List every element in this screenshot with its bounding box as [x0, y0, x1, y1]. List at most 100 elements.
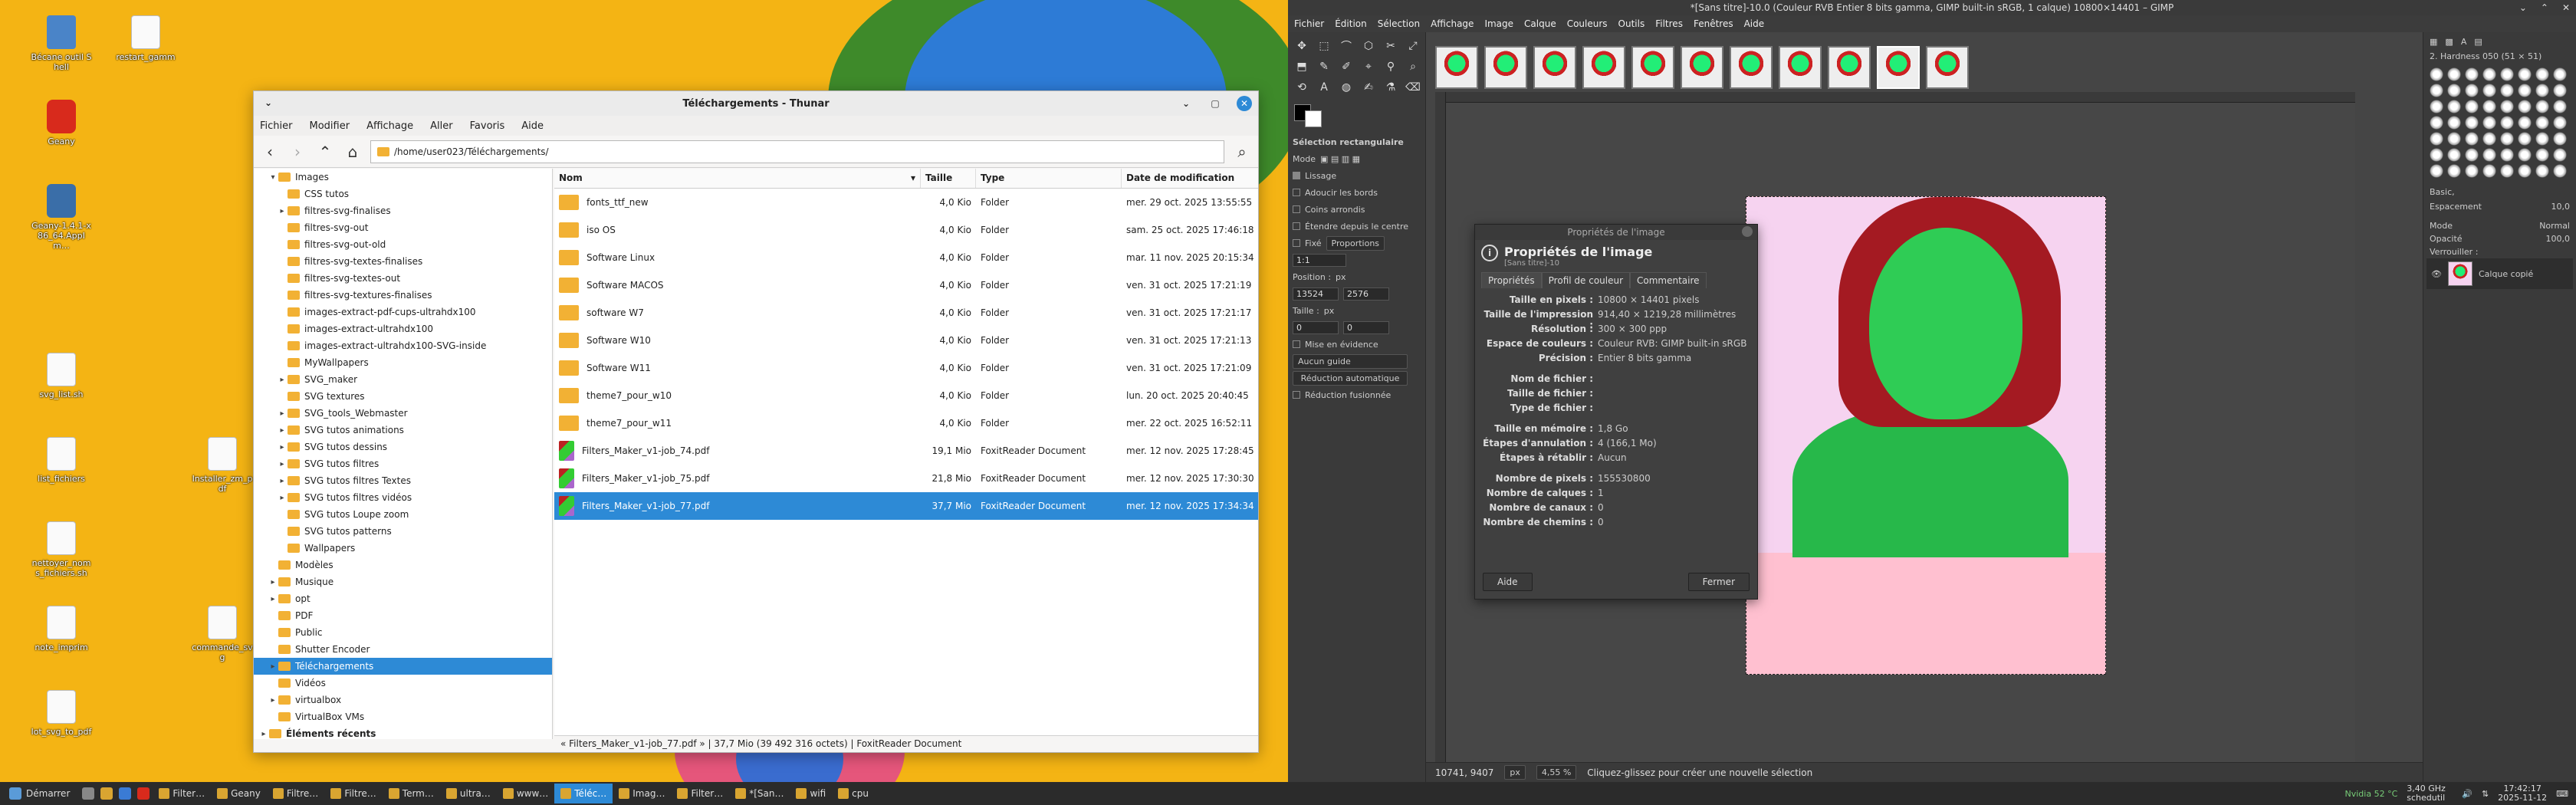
size-h-input[interactable]: 0: [1343, 320, 1389, 334]
tool-icon[interactable]: ⟲: [1293, 78, 1311, 97]
brush-swatch[interactable]: [2553, 132, 2567, 146]
image-tab[interactable]: [1484, 46, 1527, 89]
unit-select[interactable]: px: [1504, 765, 1526, 780]
minimize-icon[interactable]: ⌄: [1178, 96, 1194, 111]
brush-swatch[interactable]: [2482, 67, 2496, 81]
volume-icon[interactable]: 🔊: [2462, 789, 2472, 799]
desktop-icon[interactable]: note_imprim: [31, 606, 92, 652]
brush-swatch[interactable]: [2553, 164, 2567, 178]
pattern-tab-icon[interactable]: ▩: [2445, 37, 2453, 47]
column-name[interactable]: Nom ▾: [554, 169, 921, 188]
network-icon[interactable]: ⇅: [2482, 789, 2489, 799]
minimize-icon[interactable]: ⌄: [2519, 0, 2527, 15]
geany-launcher-icon[interactable]: [137, 787, 150, 800]
brush-swatch[interactable]: [2535, 67, 2549, 81]
brush-swatch[interactable]: [2500, 67, 2514, 81]
menu-item[interactable]: Affichage: [366, 120, 413, 132]
brush-swatch[interactable]: [2430, 148, 2443, 162]
brush-swatch[interactable]: [2535, 116, 2549, 130]
close-button[interactable]: Fermer: [1687, 573, 1750, 591]
taskbar-task[interactable]: Imag…: [613, 784, 671, 803]
taskbar-task[interactable]: wifi: [790, 784, 832, 803]
sidebar-item[interactable]: ▸ SVG_maker: [254, 371, 552, 388]
sidebar-item[interactable]: images-extract-ultrahdx100-SVG-inside: [254, 337, 552, 354]
brush-swatch[interactable]: [2430, 67, 2443, 81]
back-icon[interactable]: ‹: [260, 142, 280, 162]
sidebar-item[interactable]: SVG tutos patterns: [254, 523, 552, 540]
brush-swatch[interactable]: [2482, 116, 2496, 130]
doc-tab-icon[interactable]: ▤: [2474, 37, 2482, 47]
image-tab[interactable]: [1533, 46, 1576, 89]
brush-swatch[interactable]: [2518, 116, 2532, 130]
taskbar-task[interactable]: Filter…: [153, 784, 211, 803]
brush-swatch[interactable]: [2447, 84, 2461, 97]
position-unit[interactable]: px: [1336, 272, 1346, 282]
tool-icon[interactable]: ⌕: [1404, 58, 1422, 76]
brush-swatch[interactable]: [2553, 84, 2567, 97]
brush-swatch[interactable]: [2500, 84, 2514, 97]
sidebar-item[interactable]: ▸ SVG tutos filtres vidéos: [254, 489, 552, 506]
brush-swatch[interactable]: [2482, 148, 2496, 162]
expander-icon[interactable]: ▸: [268, 696, 278, 705]
brush-swatch[interactable]: [2465, 148, 2479, 162]
sidebar-item[interactable]: filtres-svg-textures-finalises: [254, 287, 552, 304]
expander-icon[interactable]: ▾: [268, 173, 278, 182]
file-row[interactable]: Software W11 4,0 Kio Folder ven. 31 oct. 20…: [554, 354, 1258, 382]
fixed-mode-select[interactable]: Proportions: [1326, 235, 1385, 251]
keyboard-icon[interactable]: ⌨: [2556, 789, 2568, 799]
dialog-tab[interactable]: Propriétés: [1481, 272, 1542, 288]
guide-select[interactable]: Aucun guide: [1293, 353, 1408, 369]
brush-swatch[interactable]: [2465, 100, 2479, 113]
window-titlebar[interactable]: ⌄ Téléchargements - Thunar ⌄ ▢ ✕: [254, 91, 1258, 116]
up-icon[interactable]: ⌃: [315, 142, 335, 162]
auto-shrink-button[interactable]: Réduction automatique: [1293, 370, 1408, 386]
layer-row[interactable]: 👁 Calque copié: [2426, 258, 2573, 289]
terminal-launcher-icon[interactable]: [82, 787, 95, 800]
expander-icon[interactable]: ▸: [277, 443, 288, 452]
home-icon[interactable]: ⌂: [343, 142, 363, 162]
brush-swatch[interactable]: [2465, 164, 2479, 178]
files-launcher-icon[interactable]: [100, 787, 113, 800]
desktop-icon[interactable]: Installer_zm_pdf: [192, 437, 253, 494]
brush-swatch[interactable]: [2465, 116, 2479, 130]
gimp-menu-item[interactable]: Calque: [1524, 18, 1556, 29]
brush-swatch[interactable]: [2430, 132, 2443, 146]
size-w-input[interactable]: 0: [1293, 320, 1339, 334]
desktop-icon[interactable]: lot_svg_to_pdf: [31, 690, 92, 737]
brush-swatch[interactable]: [2553, 148, 2567, 162]
gimp-menu-item[interactable]: Couleurs: [1567, 18, 1608, 29]
sidebar-item[interactable]: filtres-svg-textes-out: [254, 270, 552, 287]
close-icon[interactable]: ✕: [2562, 0, 2570, 15]
background-color[interactable]: [1305, 110, 1322, 127]
tool-icon[interactable]: A: [1315, 78, 1333, 97]
expander-icon[interactable]: ▸: [258, 730, 269, 738]
file-row[interactable]: theme7_pour_w11 4,0 Kio Folder mer. 22 oct.…: [554, 409, 1258, 437]
size-unit[interactable]: px: [1324, 306, 1335, 316]
gimp-menu-item[interactable]: Aide: [1744, 18, 1765, 29]
sidebar-item[interactable]: ▸ virtualbox: [254, 692, 552, 708]
dialog-tab[interactable]: Commentaire: [1630, 272, 1707, 288]
gimp-menu-item[interactable]: Affichage: [1431, 18, 1474, 29]
layer-mode-row[interactable]: Mode Normal: [2423, 213, 2576, 232]
file-row[interactable]: Software Linux 4,0 Kio Folder mar. 11 nov. …: [554, 244, 1258, 271]
window-menu-icon[interactable]: ⌄: [264, 97, 272, 108]
brush-swatch[interactable]: [2447, 67, 2461, 81]
brush-swatch[interactable]: [2553, 100, 2567, 113]
tool-icon[interactable]: ✥: [1293, 37, 1311, 55]
expander-icon[interactable]: ▸: [277, 207, 288, 215]
brush-preset[interactable]: Basic,: [2423, 184, 2576, 200]
sidebar-item[interactable]: filtres-svg-out: [254, 219, 552, 236]
desktop-icon[interactable]: list_fichiers: [31, 437, 92, 484]
brush-swatch[interactable]: [2482, 164, 2496, 178]
image-tab[interactable]: [1582, 46, 1625, 89]
brush-swatch[interactable]: [2500, 100, 2514, 113]
brush-swatch[interactable]: [2535, 132, 2549, 146]
tool-icon[interactable]: ⌖: [1359, 58, 1378, 76]
taskbar-task[interactable]: cpu: [832, 784, 875, 803]
taskbar-task[interactable]: Téléc…: [554, 784, 613, 803]
sidebar-item[interactable]: images-extract-pdf-cups-ultrahdx100: [254, 304, 552, 320]
brush-swatch[interactable]: [2500, 164, 2514, 178]
brush-swatch[interactable]: [2447, 164, 2461, 178]
file-row[interactable]: Filters_Maker_v1-job_74.pdf 19,1 Mio Foxit…: [554, 437, 1258, 465]
sidebar-item[interactable]: ▸ SVG tutos animations: [254, 422, 552, 439]
